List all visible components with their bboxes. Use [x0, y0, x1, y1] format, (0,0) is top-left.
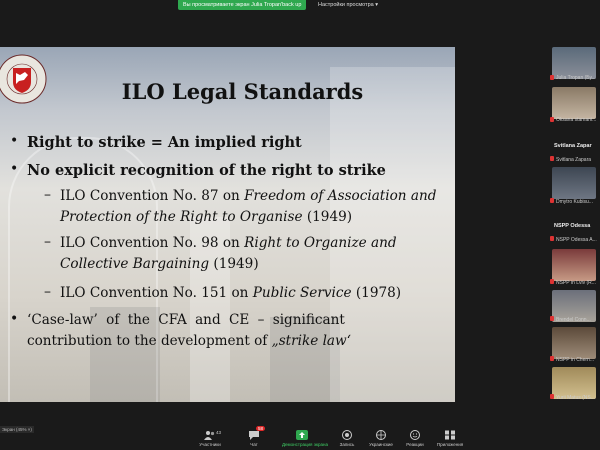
participants-count: 43	[216, 430, 222, 435]
share-screen-button[interactable]: Демонстрация экрана	[282, 430, 328, 447]
mic-muted-icon	[550, 236, 554, 241]
participant-name: Brendel Conn...	[556, 317, 591, 323]
participant-name: Oksana stamani...	[556, 117, 597, 123]
record-icon	[342, 430, 352, 440]
chat-button[interactable]: Чат	[234, 430, 274, 447]
bullet-line-2: No explicit recognition of the right to …	[27, 162, 386, 179]
sub-line-1: ILO Convention No. 87 on Freedom of Asso…	[60, 188, 437, 204]
mic-muted-icon	[550, 356, 554, 361]
participants-icon	[204, 431, 215, 440]
screen-share-banner[interactable]: Вы просматриваете экран Julia Tropan'bac…	[178, 0, 307, 10]
shared-slide: ILO Legal Standards • Right to strike = …	[0, 47, 455, 402]
globe-icon	[376, 430, 386, 440]
bullet-line-3-cont: contribution to the development of „stri…	[27, 333, 351, 349]
zoom-window: Вы просматриваете экран Julia Tropan'bac…	[0, 0, 600, 450]
sub-line-3: ILO Convention No. 151 on Public Service…	[60, 285, 402, 301]
participant-name: Dmytro Kubisu...	[556, 199, 593, 205]
chat-unread-badge: 58	[256, 426, 266, 431]
participant-tile[interactable]	[552, 87, 596, 119]
sub-line-2: ILO Convention No. 98 on Right to Organi…	[60, 235, 397, 251]
mic-muted-icon	[550, 316, 554, 321]
bullet-dot: •	[10, 161, 19, 177]
smiley-icon	[410, 430, 420, 440]
participant-name: NSPP Odessa A...	[556, 237, 597, 243]
bullet-line-3: ‘Case-law’ of the CFA and CE – significa…	[27, 312, 345, 328]
participant-name: NSPP in Chern...	[556, 357, 594, 363]
mic-muted-icon	[550, 117, 554, 122]
reactions-button[interactable]: Реакции	[395, 430, 435, 447]
participants-panel: Julia Tropan (Бу... Oksana stamani... Sv…	[548, 47, 600, 402]
participants-button[interactable]: Участники	[190, 430, 230, 447]
meeting-toolbar: Участники 43 Чат 58 Демонстрация экрана …	[0, 410, 600, 450]
mic-muted-icon	[550, 75, 554, 80]
share-screen-icon	[296, 430, 308, 440]
view-options-dropdown[interactable]: Настройки просмотра ▾	[318, 0, 378, 10]
bullet-dot: •	[10, 311, 19, 327]
view-size-indicator[interactable]: Экран (45% ×)	[0, 426, 34, 433]
apps-grid-icon	[445, 430, 455, 440]
bullet-line-1: Right to strike = An implied right	[27, 134, 302, 151]
participant-tile[interactable]	[552, 327, 596, 359]
sub-line-2-cont: Collective Bargaining (1949)	[60, 256, 259, 272]
participant-tile[interactable]	[552, 249, 596, 281]
participant-name-only[interactable]: NSPP Odessa	[554, 223, 590, 229]
mic-muted-icon	[550, 198, 554, 203]
participant-name-only[interactable]: Svitlana Zapar	[554, 143, 592, 149]
slide-title: ILO Legal Standards	[121, 79, 364, 104]
dash-marker: –	[44, 284, 51, 300]
participant-tile[interactable]	[552, 167, 596, 199]
dash-marker: –	[44, 187, 51, 203]
participant-name: NSPP in Lviv (R...	[556, 280, 596, 286]
apps-button[interactable]: Приложения	[430, 430, 470, 447]
mic-muted-icon	[550, 279, 554, 284]
sub-line-1-cont: Protection of the Right to Organise (194…	[60, 209, 353, 225]
chat-icon	[249, 431, 259, 440]
mic-muted-icon	[550, 156, 554, 161]
participant-name: Julia Tropan (Бу...	[556, 75, 596, 81]
participant-name: Yurii Matus (NS...	[556, 395, 595, 401]
mic-muted-icon	[550, 394, 554, 399]
dash-marker: –	[44, 234, 51, 250]
participant-name: Svitlana Zapara	[556, 157, 592, 163]
bullet-dot: •	[10, 133, 19, 149]
